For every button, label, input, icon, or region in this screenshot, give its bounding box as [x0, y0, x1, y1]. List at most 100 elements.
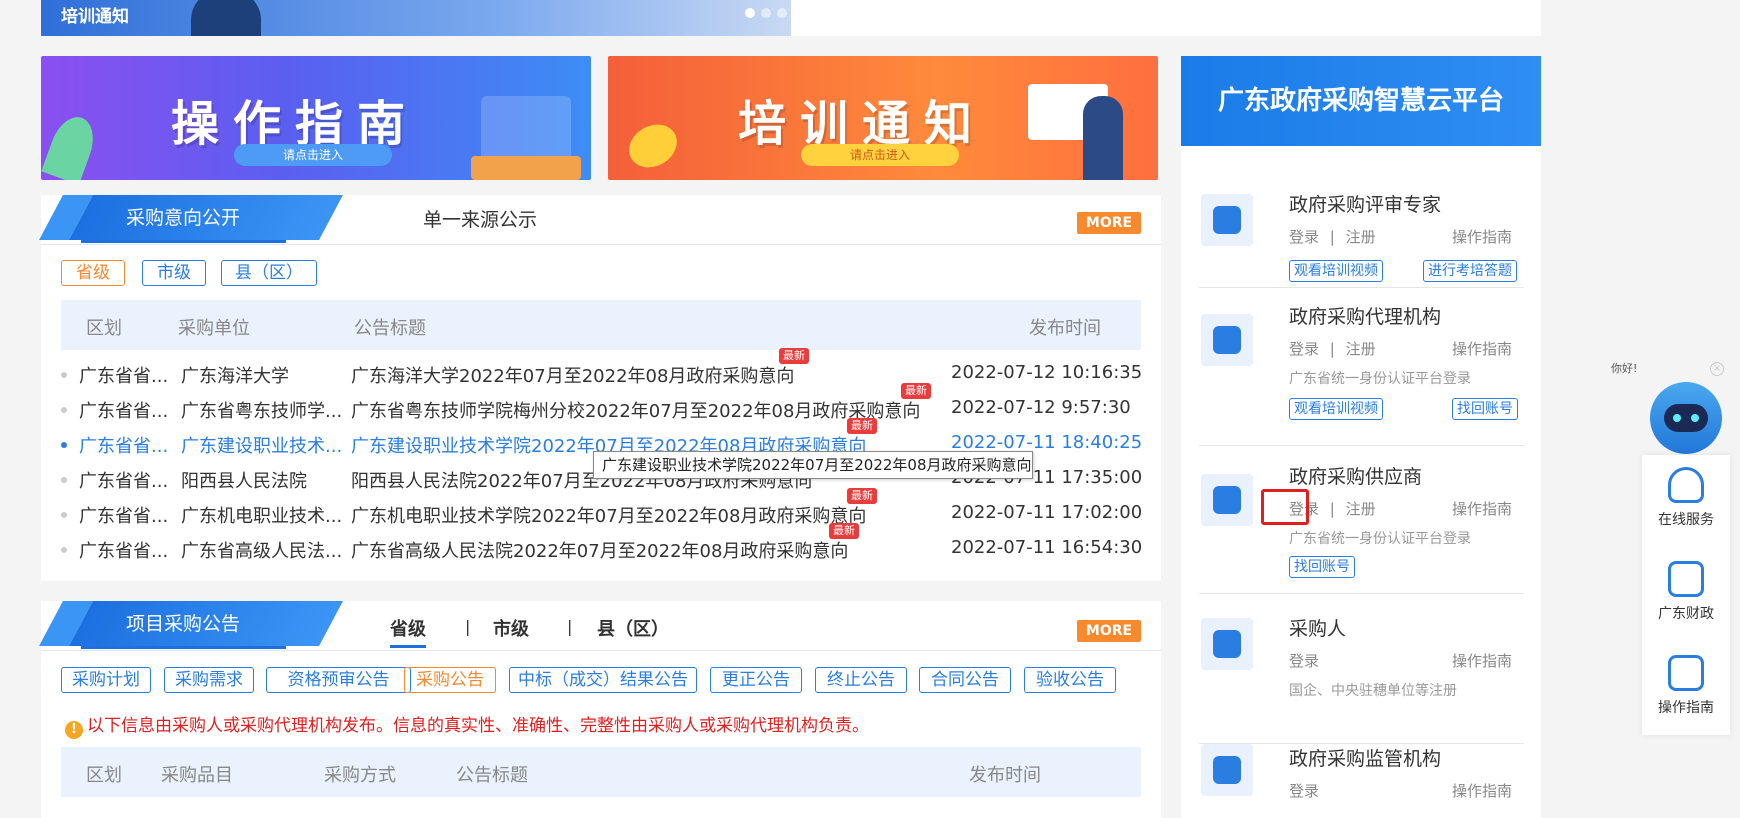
- row-title[interactable]: 广东机电职业技术学院2022年07月至2022年08月政府采购意向: [351, 502, 866, 528]
- row-time: 2022-07-12 10:16:35: [951, 362, 1143, 383]
- row-title[interactable]: 广东海洋大学2022年07月至2022年08月政府采购意向: [351, 362, 794, 388]
- login-link[interactable]: 登录: [1289, 650, 1319, 671]
- banner-figure: [191, 0, 261, 36]
- unified-auth-login-link[interactable]: 广东省统一身份认证平台登录: [1289, 528, 1471, 548]
- panel-tabbar: 采购意向公开 单一来源公示 MORE: [39, 195, 1161, 245]
- unified-auth-login-link[interactable]: 广东省统一身份认证平台登录: [1289, 368, 1471, 388]
- category-award-result[interactable]: 中标（成交）结果公告: [509, 667, 697, 693]
- role-links: 登录 | 注册: [1289, 226, 1376, 247]
- category-contract[interactable]: 合同公告: [919, 667, 1011, 693]
- row-title[interactable]: 广东省高级人民法院2022年07月至2022年08月政府采购意向: [351, 537, 848, 563]
- purchaser-register-link[interactable]: 国企、中央驻穗单位等注册: [1289, 680, 1457, 700]
- procurement-intent-panel: 采购意向公开 单一来源公示 MORE 省级 市级 县（区） 区划 采购单位 公告…: [39, 195, 1161, 581]
- disclaimer-notice: ! 以下信息由采购人或采购代理机构发布。信息的真实性、准确性、完整性由采购人或采购…: [65, 711, 869, 739]
- training-video-button[interactable]: 观看培训视频: [1289, 260, 1383, 282]
- guide-link[interactable]: 操作指南: [1452, 498, 1512, 519]
- side-service-panel: 在线服务 广东财政 操作指南: [1642, 455, 1730, 735]
- category-demand[interactable]: 采购需求: [164, 667, 254, 693]
- row-title[interactable]: 广东省粤东技师学院梅州分校2022年07月至2022年08月政府采购意向: [351, 397, 920, 423]
- online-service-item[interactable]: 在线服务: [1642, 467, 1730, 529]
- col-time: 发布时间: [1029, 318, 1101, 339]
- role-name: 政府采购监管机构: [1289, 748, 1442, 770]
- register-link[interactable]: 注册: [1346, 228, 1376, 246]
- row-unit: 广东海洋大学: [181, 366, 289, 387]
- recover-account-button[interactable]: 找回账号: [1452, 398, 1518, 420]
- tab-label: 项目采购公告: [126, 613, 241, 635]
- operation-guide-item[interactable]: 操作指南: [1642, 655, 1730, 717]
- login-link[interactable]: 登录: [1289, 228, 1319, 246]
- level-tab-city[interactable]: 市级: [493, 615, 529, 641]
- row-unit: 广东建设职业技术...: [181, 436, 341, 457]
- row-region: 广东省省...: [79, 366, 167, 387]
- level-tab-county[interactable]: 县（区）: [597, 615, 669, 641]
- row-region: 广东省省...: [79, 401, 167, 422]
- table-row[interactable]: 广东省省... 广东省高级人民法... 广东省高级人民法院2022年07月至20…: [61, 523, 1142, 567]
- login-link[interactable]: 登录: [1289, 780, 1319, 801]
- more-button[interactable]: MORE: [1077, 212, 1141, 234]
- table-row[interactable]: 广东省省... 广东省粤东技师学... 广东省粤东技师学院梅州分校2022年07…: [61, 383, 1141, 427]
- separator: |: [1329, 228, 1335, 246]
- level-tab-province[interactable]: 省级: [390, 615, 426, 648]
- training-notice-banner[interactable]: 培训通知 请点击进入: [608, 56, 1158, 180]
- building-icon: [1201, 314, 1253, 366]
- col-time: 发布时间: [969, 765, 1041, 786]
- side-label: 广东财政: [1658, 606, 1714, 622]
- guangdong-finance-item[interactable]: 广东财政: [1642, 561, 1730, 623]
- training-video-button[interactable]: 观看培训视频: [1289, 398, 1383, 420]
- category-prequalification[interactable]: 资格预审公告: [266, 667, 411, 693]
- tab-procurement-intent[interactable]: 采购意向公开: [39, 195, 343, 243]
- enter-button[interactable]: 请点击进入: [801, 144, 959, 166]
- role-procurement-agency: 政府采购代理机构 登录 | 注册 操作指南 广东省统一身份认证平台登录 观看培训…: [1199, 288, 1524, 446]
- user-icon: [1201, 618, 1253, 670]
- guide-link[interactable]: 操作指南: [1452, 780, 1512, 801]
- new-badge: 最新: [901, 383, 931, 399]
- row-region: 广东省省...: [79, 436, 167, 457]
- carousel-dots[interactable]: [745, 8, 787, 18]
- exam-button[interactable]: 进行考培答题: [1423, 260, 1517, 282]
- category-plan[interactable]: 采购计划: [61, 667, 151, 693]
- row-unit: 广东省高级人民法...: [181, 541, 341, 562]
- table-header: 区划 采购单位 公告标题 发布时间: [61, 300, 1141, 350]
- col-title: 公告标题: [456, 765, 528, 786]
- side-label: 在线服务: [1658, 512, 1714, 528]
- login-link[interactable]: 登录: [1289, 340, 1319, 358]
- tab-project-announcement[interactable]: 项目采购公告: [39, 601, 343, 649]
- more-button[interactable]: MORE: [1077, 620, 1141, 642]
- table-row[interactable]: 广东省省... 广东海洋大学 广东海洋大学2022年07月至2022年08月政府…: [61, 348, 1143, 392]
- checklist-icon: [1668, 655, 1704, 691]
- guide-link[interactable]: 操作指南: [1452, 338, 1512, 359]
- guide-link[interactable]: 操作指南: [1452, 226, 1512, 247]
- login-highlight-box: [1261, 489, 1309, 525]
- category-correction[interactable]: 更正公告: [710, 667, 802, 693]
- category-acceptance[interactable]: 验收公告: [1024, 667, 1116, 693]
- tab-single-source[interactable]: 单一来源公示: [423, 205, 537, 232]
- robot-assistant-icon[interactable]: [1650, 382, 1722, 454]
- table-header: 区划 采购品目 采购方式 公告标题 发布时间: [61, 747, 1141, 797]
- row-time: 2022-07-12 9:57:30: [951, 397, 1131, 418]
- role-name: 政府采购代理机构: [1289, 306, 1442, 328]
- role-supervisor: 政府采购监管机构 登录 操作指南: [1199, 744, 1524, 818]
- filter-province[interactable]: 省级: [61, 260, 125, 286]
- operation-guide-banner[interactable]: 操作指南 请点击进入: [41, 56, 591, 180]
- col-unit: 采购单位: [178, 318, 250, 339]
- role-supplier: 政府采购供应商 登录 | 注册 操作指南 广东省统一身份认证平台登录 找回账号: [1199, 446, 1524, 594]
- col-item: 采购品目: [161, 765, 233, 786]
- warning-icon: !: [65, 721, 83, 739]
- close-icon[interactable]: ×: [1710, 362, 1724, 376]
- guide-link[interactable]: 操作指南: [1452, 650, 1512, 671]
- separator: |: [1329, 340, 1335, 358]
- row-unit: 阳西县人民法院: [181, 471, 307, 492]
- filter-city[interactable]: 市级: [142, 260, 206, 286]
- home-icon: [1201, 474, 1253, 526]
- top-carousel-banner[interactable]: 培训通知: [41, 0, 791, 36]
- recover-account-button[interactable]: 找回账号: [1289, 556, 1355, 578]
- register-link[interactable]: 注册: [1346, 340, 1376, 358]
- filter-county[interactable]: 县（区）: [221, 260, 317, 286]
- new-badge: 最新: [779, 348, 809, 364]
- category-termination[interactable]: 终止公告: [815, 667, 907, 693]
- new-badge: 最新: [847, 418, 877, 434]
- enter-button[interactable]: 请点击进入: [234, 144, 392, 166]
- register-link[interactable]: 注册: [1346, 500, 1376, 518]
- table-row[interactable]: 广东省省... 广东机电职业技术... 广东机电职业技术学院2022年07月至2…: [61, 488, 1142, 532]
- category-announcement[interactable]: 采购公告: [404, 667, 496, 693]
